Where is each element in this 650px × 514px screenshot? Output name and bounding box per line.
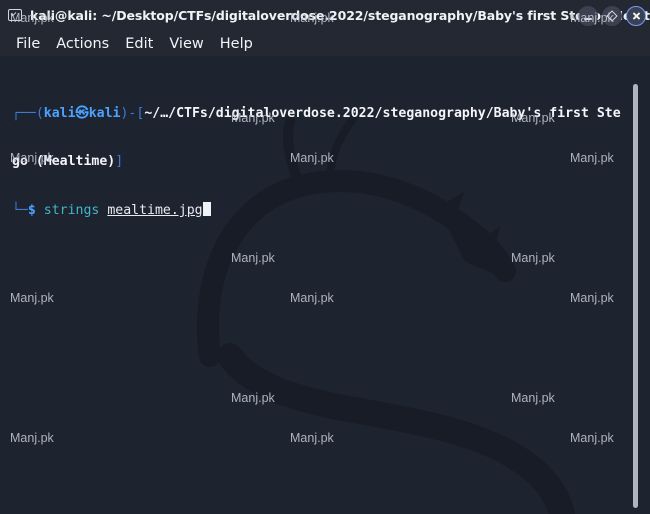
prompt-corner-top: ┌──( (12, 106, 44, 121)
scrollbar-thumb[interactable] (633, 84, 638, 508)
menu-view[interactable]: View (162, 34, 210, 54)
terminal-window: kali@kali: ~/Desktop/CTFs/digitaloverdos… (0, 0, 650, 514)
menu-help[interactable]: Help (213, 34, 260, 54)
watermark-text: Manj.pk (290, 11, 334, 25)
prompt-dollar: $ (27, 203, 36, 218)
watermark-text: Manj.pk (290, 151, 334, 165)
watermark-text: Manj.pk (10, 151, 54, 165)
prompt-user: kali㉿kali (43, 106, 121, 121)
watermark-text: Manj.pk (10, 11, 54, 25)
watermark-text: Manj.pk (10, 431, 54, 445)
command-argument: mealtime.jpg (107, 203, 203, 218)
prompt-mid: )-[ (120, 106, 145, 121)
text-cursor (202, 202, 211, 216)
menu-actions[interactable]: Actions (49, 34, 116, 54)
watermark-text: Manj.pk (231, 391, 275, 405)
prompt-close: ] (115, 154, 124, 169)
prompt-corner-bottom: └─ (12, 203, 28, 218)
close-icon[interactable] (626, 6, 646, 26)
menu-file[interactable]: File (9, 34, 47, 54)
watermark-text: Manj.pk (10, 291, 54, 305)
watermark-text: Manj.pk (231, 111, 275, 125)
watermark-text: Manj.pk (511, 111, 555, 125)
window-title: kali@kali: ~/Desktop/CTFs/digitaloverdos… (30, 8, 650, 23)
watermark-text: Manj.pk (511, 391, 555, 405)
command-text: strings (43, 203, 100, 218)
watermark-text: Manj.pk (570, 291, 614, 305)
watermark-text: Manj.pk (290, 291, 334, 305)
watermark-text: Manj.pk (570, 11, 614, 25)
watermark-text: Manj.pk (570, 431, 614, 445)
watermark-text: Manj.pk (570, 151, 614, 165)
command-line[interactable]: └─$ strings mealtime.jpg (12, 202, 632, 218)
menu-edit[interactable]: Edit (118, 34, 160, 54)
watermark-text: Manj.pk (231, 251, 275, 265)
watermark-text: Manj.pk (290, 431, 334, 445)
watermark-text: Manj.pk (511, 251, 555, 265)
menu-bar: File Actions Edit View Help (0, 32, 650, 56)
